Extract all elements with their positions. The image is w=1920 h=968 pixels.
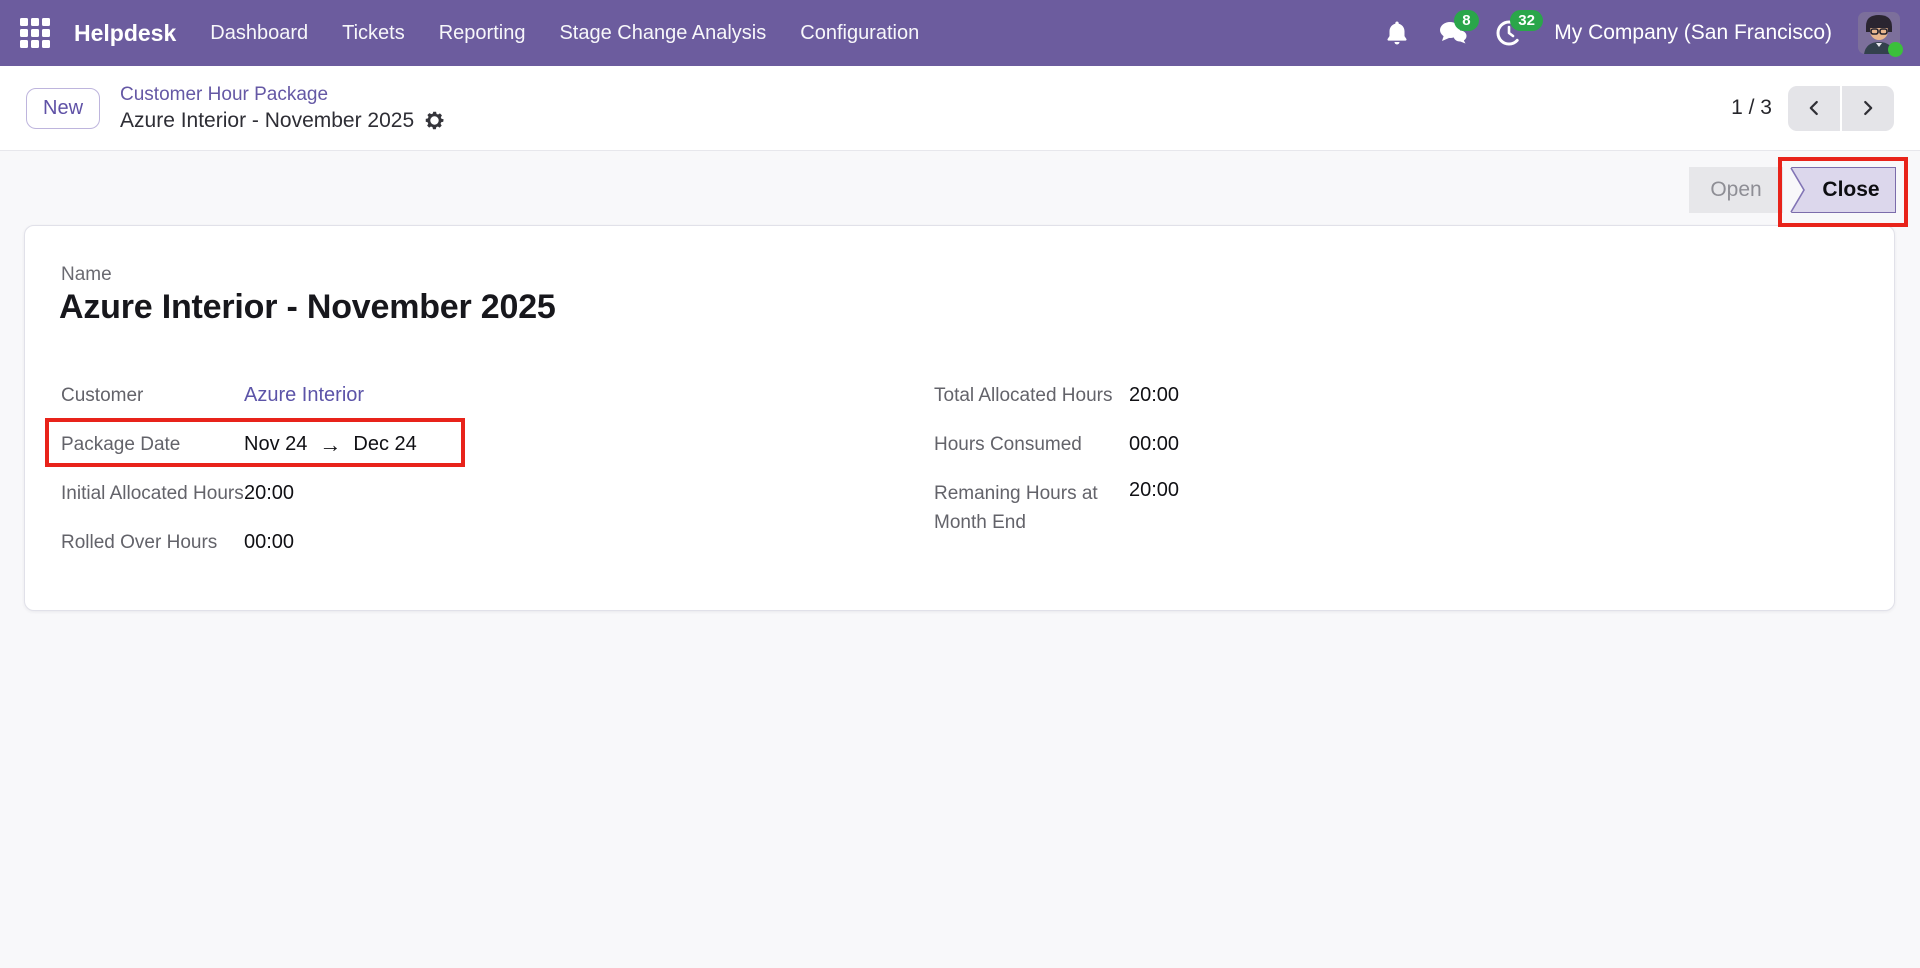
record-name-input[interactable]: Azure Interior - November 2025 — [59, 288, 556, 327]
notifications-button[interactable] — [1382, 18, 1412, 48]
field-row-hours-consumed: Hours Consumed 00:00 — [934, 420, 1494, 469]
field-row-rolled-over-hours: Rolled Over Hours 00:00 — [61, 518, 661, 567]
chevron-left-icon — [1803, 97, 1825, 119]
navbar-right: 8 32 My Company (San Francisco) — [1382, 12, 1900, 54]
stage-statusbar: Open Close — [1689, 167, 1896, 213]
breadcrumb-parent-link[interactable]: Customer Hour Package — [120, 84, 446, 106]
total-allocated-hours-label: Total Allocated Hours — [934, 381, 1129, 410]
company-switcher[interactable]: My Company (San Francisco) — [1554, 21, 1832, 45]
user-menu[interactable] — [1858, 12, 1900, 54]
apps-grid-icon[interactable] — [20, 18, 50, 48]
top-navbar: Helpdesk Dashboard Tickets Reporting Sta… — [0, 0, 1920, 66]
stage-open-button[interactable]: Open — [1689, 167, 1783, 213]
app-name[interactable]: Helpdesk — [74, 20, 176, 47]
messages-button[interactable]: 8 — [1438, 18, 1468, 48]
rolled-over-hours-label: Rolled Over Hours — [61, 528, 244, 557]
field-row-initial-allocated-hours: Initial Allocated Hours 20:00 — [61, 469, 661, 518]
menu-item-tickets[interactable]: Tickets — [340, 16, 407, 51]
menu-item-configuration[interactable]: Configuration — [798, 16, 921, 51]
field-row-remaining-hours: Remaning Hours at Month End 20:00 — [934, 469, 1494, 549]
package-date-label: Package Date — [61, 430, 244, 459]
pager-next-button[interactable] — [1842, 86, 1894, 131]
online-status-dot — [1888, 42, 1903, 57]
actions-menu-button[interactable] — [424, 109, 446, 131]
menu-item-reporting[interactable]: Reporting — [437, 16, 528, 51]
stage-arrow-icon — [1786, 167, 1806, 213]
date-to[interactable]: Dec 24 — [353, 433, 416, 456]
record-pager: 1 / 3 — [1731, 86, 1894, 131]
customer-link[interactable]: Azure Interior — [244, 384, 364, 407]
hours-consumed-label: Hours Consumed — [934, 430, 1129, 459]
field-row-total-allocated-hours: Total Allocated Hours 20:00 — [934, 371, 1494, 420]
gear-icon — [424, 110, 445, 131]
field-row-customer: Customer Azure Interior — [61, 371, 661, 420]
package-date-input[interactable]: Nov 24 → Dec 24 — [244, 433, 417, 456]
date-from[interactable]: Nov 24 — [244, 433, 307, 456]
fields-right-column: Total Allocated Hours 20:00 Hours Consum… — [934, 371, 1494, 549]
customer-label: Customer — [61, 381, 244, 410]
pager-previous-button[interactable] — [1788, 86, 1840, 131]
activities-button[interactable]: 32 — [1494, 18, 1524, 48]
messages-badge: 8 — [1454, 10, 1478, 31]
menu-item-stage-change-analysis[interactable]: Stage Change Analysis — [557, 16, 768, 51]
hours-consumed-value: 00:00 — [1129, 433, 1179, 456]
remaining-hours-label: Remaning Hours at Month End — [934, 479, 1129, 537]
chevron-right-icon — [1857, 97, 1879, 119]
menu-item-dashboard[interactable]: Dashboard — [208, 16, 310, 51]
initial-allocated-hours-label: Initial Allocated Hours — [61, 479, 244, 508]
breadcrumb-current: Azure Interior - November 2025 — [120, 108, 414, 133]
stage-close-label: Close — [1822, 178, 1879, 201]
stage-close-button[interactable]: Close — [1786, 167, 1896, 213]
remaining-hours-value: 20:00 — [1129, 479, 1179, 502]
breadcrumb: Customer Hour Package Azure Interior - N… — [120, 84, 446, 133]
bell-icon — [1385, 20, 1409, 46]
arrow-right-icon: → — [319, 435, 341, 455]
pager-counter: 1 / 3 — [1731, 96, 1772, 120]
form-sheet: Name Azure Interior - November 2025 Cust… — [24, 225, 1895, 611]
fields-left-column: Customer Azure Interior Package Date Nov… — [61, 371, 661, 567]
total-allocated-hours-value: 20:00 — [1129, 384, 1179, 407]
main-menu: Dashboard Tickets Reporting Stage Change… — [208, 16, 921, 51]
field-row-package-date: Package Date Nov 24 → Dec 24 — [61, 420, 661, 469]
activities-badge: 32 — [1510, 10, 1543, 31]
new-button[interactable]: New — [26, 88, 100, 129]
rolled-over-hours-value[interactable]: 00:00 — [244, 531, 294, 554]
initial-allocated-hours-value[interactable]: 20:00 — [244, 482, 294, 505]
control-panel: New Customer Hour Package Azure Interior… — [0, 66, 1920, 151]
name-field-label: Name — [61, 264, 112, 286]
